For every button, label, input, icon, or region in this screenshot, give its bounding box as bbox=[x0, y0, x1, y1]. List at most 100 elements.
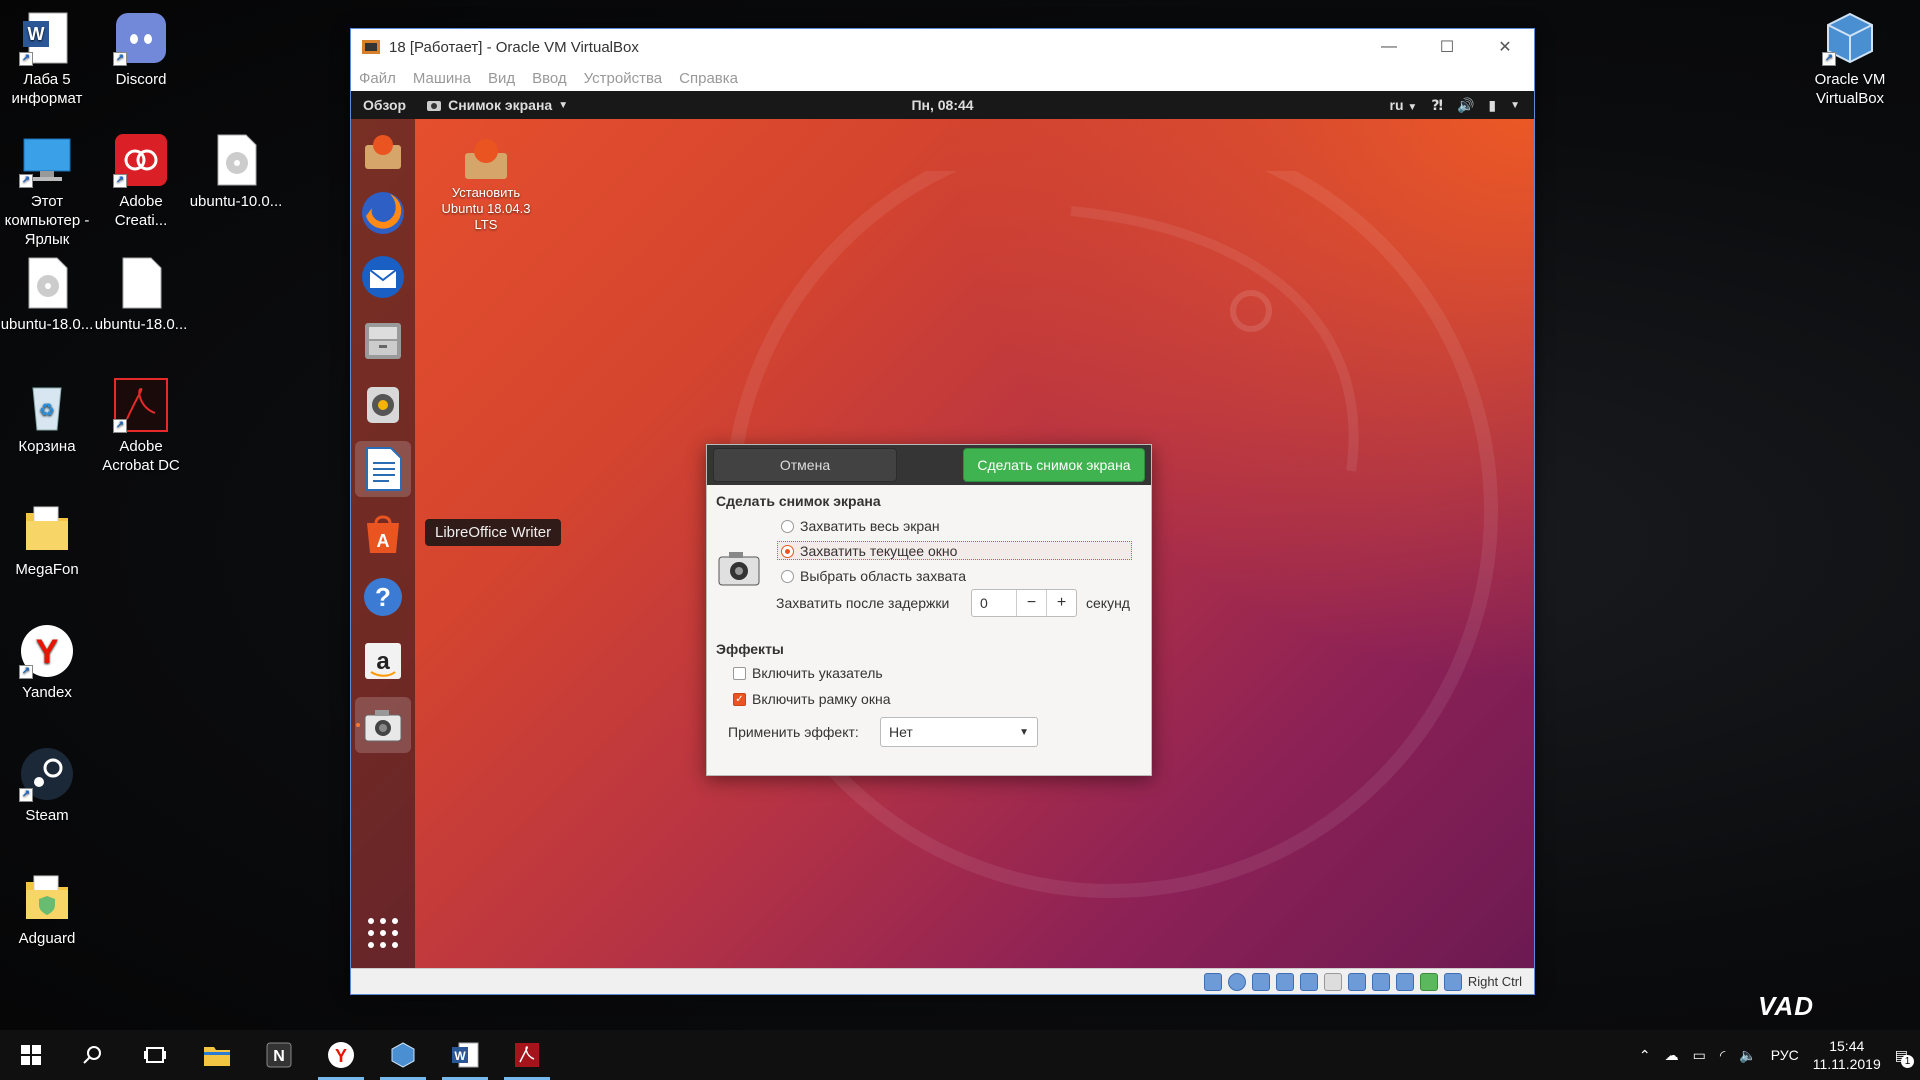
close-button[interactable]: ✕ bbox=[1476, 29, 1534, 65]
keyboard-capture-icon[interactable] bbox=[1443, 972, 1462, 991]
dock-files[interactable] bbox=[355, 313, 411, 369]
usb-icon[interactable] bbox=[1299, 972, 1318, 991]
taskbar-virtualbox[interactable] bbox=[372, 1030, 434, 1080]
cancel-button[interactable]: Отмена bbox=[713, 448, 897, 482]
optical-drive-icon[interactable] bbox=[1227, 972, 1246, 991]
take-screenshot-button[interactable]: Сделать снимок экрана bbox=[963, 448, 1145, 482]
dock-amazon[interactable]: a bbox=[355, 633, 411, 689]
menu-help[interactable]: Справка bbox=[679, 70, 738, 87]
desktop-icon-yandex[interactable]: Y ↗ Yandex bbox=[0, 623, 94, 702]
battery-icon[interactable]: ▮ bbox=[1488, 97, 1496, 114]
desktop-icon-megafon[interactable]: MegaFon bbox=[0, 500, 94, 579]
desktop-icon-discord[interactable]: ↗ Discord bbox=[94, 10, 188, 89]
apply-effect-select[interactable]: Нет ▼ bbox=[880, 717, 1038, 747]
dock-software-center[interactable]: A bbox=[355, 505, 411, 561]
checkbox-include-pointer[interactable] bbox=[733, 666, 746, 680]
taskbar-acrobat[interactable] bbox=[496, 1030, 558, 1080]
desktop-icon-recycle-bin[interactable]: ♻ Корзина bbox=[0, 377, 94, 456]
menu-input[interactable]: Ввод bbox=[532, 70, 567, 87]
start-button[interactable] bbox=[0, 1030, 62, 1080]
radio-whole-screen[interactable] bbox=[781, 519, 794, 533]
search-button[interactable] bbox=[62, 1030, 124, 1080]
menu-view[interactable]: Вид bbox=[488, 70, 515, 87]
action-center-icon[interactable]: ▤ 1 bbox=[1895, 1047, 1914, 1068]
radio-current-window[interactable] bbox=[781, 544, 794, 558]
recording-icon[interactable] bbox=[1371, 972, 1390, 991]
installer-icon bbox=[365, 135, 401, 169]
option-whole-screen[interactable]: Захватить весь экран bbox=[781, 518, 940, 534]
virtualbox-window[interactable]: 18 [Работает] - Oracle VM VirtualBox — ☐… bbox=[350, 28, 1535, 995]
audio-icon[interactable] bbox=[1251, 972, 1270, 991]
taskbar-yandex[interactable]: Y bbox=[310, 1030, 372, 1080]
volume-icon[interactable]: 🔈 bbox=[1739, 1047, 1756, 1064]
dock-libreoffice-writer[interactable] bbox=[355, 441, 411, 497]
gnome-clock[interactable]: Пн, 08:44 bbox=[911, 97, 973, 113]
chevron-up-icon[interactable]: ⌃ bbox=[1639, 1047, 1651, 1064]
app-menu[interactable]: Снимок экрана ▼ bbox=[426, 97, 568, 113]
dialog-header: Отмена Сделать снимок экрана bbox=[707, 445, 1151, 485]
system-menu-chevron-icon[interactable]: ▼ bbox=[1510, 100, 1520, 111]
desktop-icon-ubuntu-iso-2[interactable]: ubuntu-18.0... bbox=[0, 255, 94, 334]
svg-text:W: W bbox=[28, 24, 45, 44]
desktop-icon-label: Adobe Acrobat DC bbox=[102, 438, 180, 474]
dock-thunderbird[interactable] bbox=[355, 249, 411, 305]
desktop-icon-ubuntu-iso-1[interactable]: ubuntu-10.0... bbox=[189, 132, 283, 211]
amazon-icon: a bbox=[365, 643, 401, 679]
desktop-icon-adguard[interactable]: Adguard bbox=[0, 869, 94, 948]
guest-desktop-install-ubuntu[interactable]: Установить Ubuntu 18.04.3 LTS bbox=[441, 135, 531, 233]
checkbox-include-border[interactable]: ✓ bbox=[733, 692, 746, 706]
menu-machine[interactable]: Машина bbox=[413, 70, 471, 87]
mouse-integration-icon[interactable] bbox=[1419, 972, 1438, 991]
desktop-icon-acrobat[interactable]: ↗ Adobe Acrobat DC bbox=[94, 377, 188, 475]
vbox-titlebar[interactable]: 18 [Работает] - Oracle VM VirtualBox — ☐… bbox=[351, 29, 1534, 65]
desktop-icon-adobe-cc[interactable]: ↗ Adobe Creati... bbox=[94, 132, 188, 230]
dock-rhythmbox[interactable] bbox=[355, 377, 411, 433]
taskbar-explorer[interactable] bbox=[186, 1030, 248, 1080]
dock-help[interactable]: ? bbox=[355, 569, 411, 625]
desktop-icon-ubuntu-file[interactable]: ubuntu-18.0... bbox=[94, 255, 188, 334]
delay-spinner[interactable]: 0 − + bbox=[971, 589, 1077, 617]
maximize-button[interactable]: ☐ bbox=[1418, 29, 1476, 65]
task-view-button[interactable] bbox=[124, 1030, 186, 1080]
dock-screenshot[interactable] bbox=[355, 697, 411, 753]
taskbar-word[interactable]: W bbox=[434, 1030, 496, 1080]
word-icon: W bbox=[452, 1042, 479, 1068]
input-language[interactable]: РУС bbox=[1771, 1047, 1799, 1063]
minimize-button[interactable]: — bbox=[1360, 29, 1418, 65]
dock-firefox[interactable] bbox=[355, 185, 411, 241]
battery-icon[interactable]: ▭ bbox=[1693, 1047, 1706, 1064]
shared-folders-icon[interactable] bbox=[1323, 972, 1342, 991]
dock-installer[interactable] bbox=[355, 123, 411, 179]
activities-button[interactable]: Обзор bbox=[363, 97, 406, 113]
menu-devices[interactable]: Устройства bbox=[584, 70, 662, 87]
network-adapter-icon[interactable] bbox=[1275, 972, 1294, 991]
menu-file[interactable]: Файл bbox=[359, 70, 396, 87]
hdd-icon[interactable] bbox=[1203, 972, 1222, 991]
taskbar-clock[interactable]: 15:44 11.11.2019 bbox=[1813, 1037, 1881, 1073]
option-select-area[interactable]: Выбрать область захвата bbox=[781, 568, 966, 584]
network-icon[interactable]: ⁈ bbox=[1431, 97, 1443, 114]
volume-icon[interactable]: 🔊 bbox=[1457, 97, 1474, 114]
taskbar-notion[interactable]: N bbox=[248, 1030, 310, 1080]
ubuntu-guest-screen[interactable]: Обзор Снимок экрана ▼ Пн, 08:44 ru ▼ ⁈ 🔊… bbox=[351, 91, 1534, 970]
desktop-icon-this-pc[interactable]: ↗ Этот компьютер - Ярлык bbox=[0, 132, 94, 249]
delay-increment-button[interactable]: + bbox=[1046, 590, 1076, 616]
delay-decrement-button[interactable]: − bbox=[1016, 590, 1046, 616]
desktop-icon-steam[interactable]: ↗ Steam bbox=[0, 746, 94, 825]
desktop-icon-laba5[interactable]: W ↗ Лаба 5 информат bbox=[0, 10, 94, 108]
option-current-window[interactable]: Захватить текущее окно bbox=[781, 543, 957, 559]
desktop-icon-label: Лаба 5 информат bbox=[11, 71, 83, 107]
computer-icon: ↗ bbox=[19, 132, 75, 188]
option-include-border[interactable]: ✓ Включить рамку окна bbox=[733, 691, 891, 707]
show-applications-button[interactable] bbox=[355, 905, 411, 961]
desktop-icon-virtualbox[interactable]: ↗ Oracle VM VirtualBox bbox=[1800, 10, 1900, 108]
screenshot-dialog[interactable]: Отмена Сделать снимок экрана Сделать сни… bbox=[706, 444, 1152, 776]
delay-value[interactable]: 0 bbox=[972, 590, 1016, 616]
onedrive-icon[interactable]: ☁ bbox=[1665, 1047, 1679, 1064]
display-icon[interactable] bbox=[1347, 972, 1366, 991]
option-include-pointer[interactable]: Включить указатель bbox=[733, 665, 883, 681]
radio-select-area[interactable] bbox=[781, 569, 794, 583]
keyboard-layout[interactable]: ru ▼ bbox=[1390, 97, 1418, 113]
wifi-icon[interactable]: ◜ bbox=[1720, 1047, 1725, 1064]
cpu-icon[interactable] bbox=[1395, 972, 1414, 991]
